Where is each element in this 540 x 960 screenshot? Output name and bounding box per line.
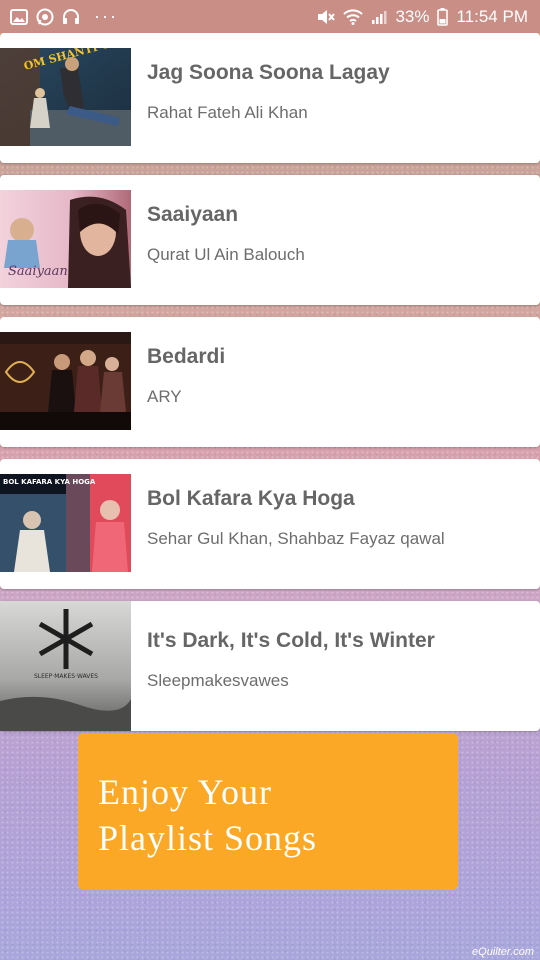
song-title: Jag Soona Soona Lagay [147,61,390,84]
banner-text: Enjoy Your Playlist Songs [98,772,318,858]
song-artist: ARY [147,387,182,406]
thumb-label: BOL KAFARA KYA HOGA [3,478,96,486]
song-title: Saaiyaan [147,203,239,226]
song-thumbnail [0,332,131,430]
playlist-banner[interactable]: Enjoy Your Playlist Songs [78,733,458,890]
song-item[interactable]: Saaiyaan Saaiyaan Qurat Ul Ain Balouch [0,175,540,305]
battery-percent: 33% [395,6,430,26]
whatsapp-icon [36,8,54,26]
more-dots-icon: ··· [94,6,118,26]
song-thumbnail: BOL KAFARA KYA HOGA [0,474,131,572]
status-bar-left: ··· [10,6,118,27]
thumb-label: Saaiyaan [8,264,68,279]
song-item[interactable]: Bedardi ARY [0,317,540,447]
song-title: Bol Kafara Kya Hoga [147,487,355,510]
song-thumbnail: Saaiyaan [0,190,131,288]
clock: 11:54 PM [456,6,528,26]
song-title: Bedardi [147,345,226,368]
song-info: Bol Kafara Kya Hoga Sehar Gul Khan, Shah… [131,459,445,549]
song-artist: Sleepmakesvawes [147,671,289,690]
wifi-icon [343,8,364,25]
mute-icon [317,9,336,25]
song-artist: Sehar Gul Khan, Shahbaz Fayaz qawal [147,529,445,548]
status-bar: ··· 33% 11:54 PM [0,0,540,33]
song-item[interactable]: SLEEP·MAKES·WAVES It's Dark, It's Cold, … [0,601,540,731]
headset-icon [62,8,80,26]
signal-icon [371,9,387,25]
song-info: Jag Soona Soona Lagay Rahat Fateh Ali Kh… [131,33,390,123]
thumb-label: SLEEP·MAKES·WAVES [34,673,98,680]
song-item[interactable]: BOL KAFARA KYA HOGA Bol Kafara Kya Hoga … [0,459,540,589]
song-thumbnail: OM SHANTI OM [0,48,131,146]
song-info: It's Dark, It's Cold, It's Winter Sleepm… [131,601,435,691]
watermark: eQuilter.com [472,946,534,958]
song-artist: Rahat Fateh Ali Khan [147,103,308,122]
status-bar-right: 33% 11:54 PM [317,7,528,27]
song-info: Saaiyaan Qurat Ul Ain Balouch [131,175,305,265]
song-artist: Qurat Ul Ain Balouch [147,245,305,264]
song-title: It's Dark, It's Cold, It's Winter [147,629,435,652]
song-info: Bedardi ARY [131,317,225,407]
song-item[interactable]: OM SHANTI OM Jag Soona Soona Lagay Rahat… [0,33,540,163]
song-thumbnail: SLEEP·MAKES·WAVES [0,601,131,731]
gallery-icon [10,8,28,25]
battery-icon [437,7,449,26]
